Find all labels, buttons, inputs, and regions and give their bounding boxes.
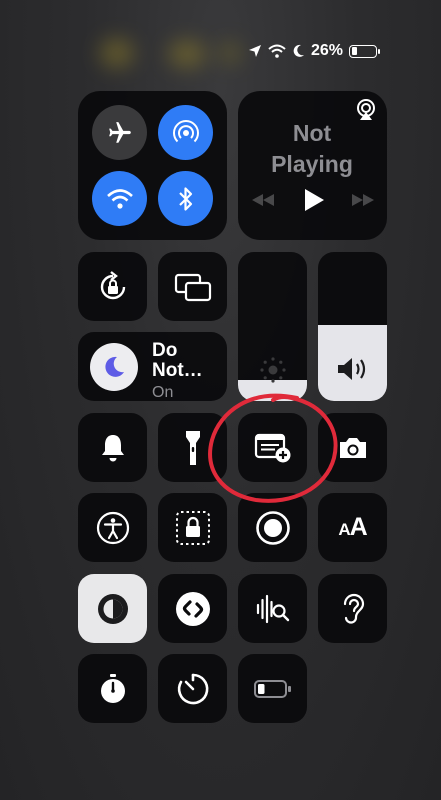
bluetooth-toggle[interactable] (158, 171, 213, 226)
screen-recording-button[interactable] (238, 493, 307, 562)
brightness-icon (260, 357, 286, 383)
airplane-icon (108, 121, 131, 143)
moon-icon (293, 44, 304, 57)
speaker-icon (338, 358, 366, 380)
dark-mode-toggle[interactable] (78, 574, 147, 643)
low-power-mode-toggle[interactable] (238, 654, 307, 723)
airplane-mode-toggle[interactable] (92, 105, 147, 160)
focus-icon-circle (90, 343, 138, 391)
guided-access-button[interactable] (158, 493, 227, 562)
silent-mode-toggle[interactable] (78, 413, 147, 482)
background-blur (168, 40, 206, 68)
wifi-icon (268, 44, 286, 58)
camera-icon (339, 437, 366, 458)
connectivity-module (78, 91, 227, 240)
quick-note-button[interactable] (238, 413, 307, 482)
guided-access-icon (175, 510, 210, 545)
screen-record-icon (255, 510, 290, 545)
wifi-icon (106, 188, 133, 209)
moon-icon (105, 356, 124, 377)
battery-icon (349, 44, 381, 58)
flashlight-icon (185, 430, 200, 465)
airdrop-toggle[interactable] (158, 105, 213, 160)
text-size-button[interactable]: AA (318, 493, 387, 562)
shazam-icon (175, 591, 210, 626)
brightness-slider[interactable] (238, 252, 307, 401)
now-playing-title-line1: Not (292, 120, 332, 146)
screen-mirroring-button[interactable] (158, 252, 227, 321)
volume-slider[interactable] (318, 252, 387, 401)
hearing-button[interactable] (318, 574, 387, 643)
rotation-lock-icon (100, 270, 125, 299)
battery-icon (253, 679, 291, 698)
focus-title-line1: Do (152, 340, 178, 361)
flashlight-toggle[interactable] (158, 413, 227, 482)
timer-button[interactable] (78, 654, 147, 723)
timer-icon (177, 673, 208, 704)
accessibility-icon (96, 511, 129, 544)
screen-mirroring-icon (174, 273, 211, 301)
ear-icon (343, 593, 364, 624)
play-icon[interactable] (303, 188, 325, 212)
focus-status: On (152, 384, 174, 401)
text-size-icon: AA (338, 513, 367, 541)
waveform-search-icon (256, 594, 289, 623)
fast-forward-icon[interactable] (350, 192, 376, 208)
wifi-toggle[interactable] (92, 171, 147, 226)
camera-button[interactable] (318, 413, 387, 482)
now-playing-module[interactable]: Not Playing (238, 91, 387, 240)
accessibility-shortcut-button[interactable] (78, 493, 147, 562)
battery-percent: 26% (311, 42, 344, 59)
background-blur (100, 38, 134, 68)
alarm-timer-button[interactable] (158, 654, 227, 723)
shazam-music-recognition-button[interactable] (158, 574, 227, 643)
status-bar: 26% (248, 42, 381, 60)
voice-memos-button[interactable] (238, 574, 307, 643)
stopwatch-icon (100, 673, 125, 703)
bell-icon (101, 434, 124, 461)
bluetooth-icon (178, 186, 192, 211)
orientation-lock-toggle[interactable] (78, 252, 147, 321)
focus-do-not-disturb[interactable]: Do Not… On (78, 332, 227, 401)
dark-mode-icon (97, 593, 128, 624)
background-blur (218, 42, 242, 64)
rewind-icon[interactable] (250, 192, 276, 208)
quick-note-icon (254, 433, 290, 462)
airdrop-icon (172, 119, 199, 142)
focus-title-line2: Not… (152, 360, 203, 381)
now-playing-title-line2: Playing (271, 151, 353, 177)
location-arrow-icon (249, 45, 261, 57)
